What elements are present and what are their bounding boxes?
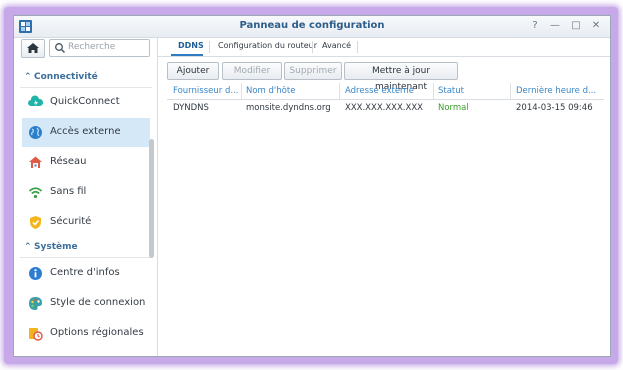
edit-button[interactable]: Modifier (222, 62, 282, 80)
info-icon (29, 267, 42, 280)
cell-external-address: XXX.XXX.XXX.XXX (345, 103, 423, 113)
cell-status: Normal (438, 103, 469, 113)
search-icon (55, 43, 66, 54)
sidebar-item-label: QuickConnect (50, 96, 120, 107)
globe-icon (29, 126, 42, 139)
main-panel: DDNS Configuration du routeur Avancé Ajo… (158, 38, 610, 356)
network-house-icon (29, 156, 42, 168)
section-connectivite[interactable]: ⌃ Connectivité (24, 72, 98, 82)
delete-button[interactable]: Supprimer (284, 62, 342, 80)
column-separator[interactable] (339, 83, 340, 99)
update-now-button[interactable]: Mettre à jour maintenant (344, 62, 458, 92)
quickconnect-icon (28, 95, 43, 106)
cell-hostname: monsite.dyndns.org (246, 103, 331, 113)
title-bar[interactable]: Panneau de configuration ? — □ ✕ (14, 16, 610, 38)
regional-clock-icon (29, 328, 43, 341)
cell-provider: DYNDNS (173, 103, 209, 113)
help-button[interactable]: ? (528, 19, 542, 33)
column-header-hostname[interactable]: Nom d'hôte (246, 86, 336, 96)
tab-bar: DDNS Configuration du routeur Avancé (158, 38, 610, 57)
minimize-button[interactable]: — (548, 19, 562, 33)
tab-separator (357, 41, 358, 53)
maximize-button[interactable]: □ (569, 19, 583, 33)
close-button[interactable]: ✕ (589, 19, 603, 33)
section-label: Connectivité (34, 72, 98, 82)
chevron-up-icon: ⌃ (24, 242, 32, 252)
window-title: Panneau de configuration (239, 20, 385, 31)
active-tab-indicator (171, 54, 203, 56)
table-row[interactable]: DYNDNS monsite.dyndns.org XXX.XXX.XXX.XX… (167, 100, 604, 117)
sidebar-scrollbar[interactable] (149, 139, 154, 258)
section-label: Système (34, 242, 78, 252)
sidebar-item-label: Réseau (50, 156, 87, 167)
add-button[interactable]: Ajouter (167, 62, 219, 80)
tab-ddns[interactable]: DDNS (178, 41, 204, 50)
sidebar-item-label: Style de connexion (50, 297, 146, 308)
sidebar-item-options-regionales[interactable]: Options régionales (22, 319, 150, 348)
sidebar-item-acces-externe[interactable]: Accès externe (22, 118, 150, 147)
column-header-provider[interactable]: Fournisseur d... (173, 86, 239, 96)
search-field[interactable]: Recherche (49, 39, 150, 57)
tab-separator (209, 41, 210, 53)
column-header-last-update[interactable]: Dernière heure d... (516, 86, 600, 96)
sidebar-item-style-connexion[interactable]: Style de connexion (22, 289, 150, 318)
chevron-up-icon: ⌃ (24, 72, 32, 82)
sidebar: Recherche ⌃ Connectivité QuickConnect Acc… (14, 38, 158, 356)
sidebar-item-quickconnect[interactable]: QuickConnect (22, 88, 150, 117)
column-header-status[interactable]: Statut (438, 86, 508, 96)
sidebar-item-securite[interactable]: Sécurité (22, 208, 150, 237)
palette-icon (29, 297, 42, 310)
section-systeme[interactable]: ⌃ Système (24, 242, 78, 252)
column-separator[interactable] (510, 83, 511, 99)
sidebar-item-sans-fil[interactable]: Sans fil (22, 178, 150, 207)
sidebar-item-label: Centre d'infos (50, 267, 120, 278)
home-icon (27, 43, 39, 53)
table-header: Fournisseur d... Nom d'hôte Adresse exte… (167, 83, 604, 100)
wifi-icon (28, 187, 43, 199)
sidebar-item-label: Sans fil (50, 186, 87, 197)
tab-avance[interactable]: Avancé (322, 41, 351, 50)
control-panel-window: Panneau de configuration ? — □ ✕ Recherc… (13, 15, 611, 357)
tab-separator (312, 41, 313, 53)
sidebar-item-label: Options régionales (50, 327, 144, 338)
divider (20, 257, 152, 258)
search-placeholder: Recherche (68, 42, 116, 52)
sidebar-item-centre-infos[interactable]: Centre d'infos (22, 259, 150, 288)
column-separator[interactable] (433, 83, 434, 99)
sidebar-item-reseau[interactable]: Réseau (22, 148, 150, 177)
sidebar-item-label: Accès externe (50, 126, 121, 137)
column-separator[interactable] (241, 83, 242, 99)
column-header-external-address[interactable]: Adresse externe (345, 86, 431, 96)
cell-last-update: 2014-03-15 09:46 (516, 103, 593, 113)
sidebar-item-label: Sécurité (50, 216, 92, 227)
home-button[interactable] (21, 39, 45, 58)
shield-icon (30, 216, 41, 229)
tab-configuration-routeur[interactable]: Configuration du routeur (218, 41, 317, 50)
